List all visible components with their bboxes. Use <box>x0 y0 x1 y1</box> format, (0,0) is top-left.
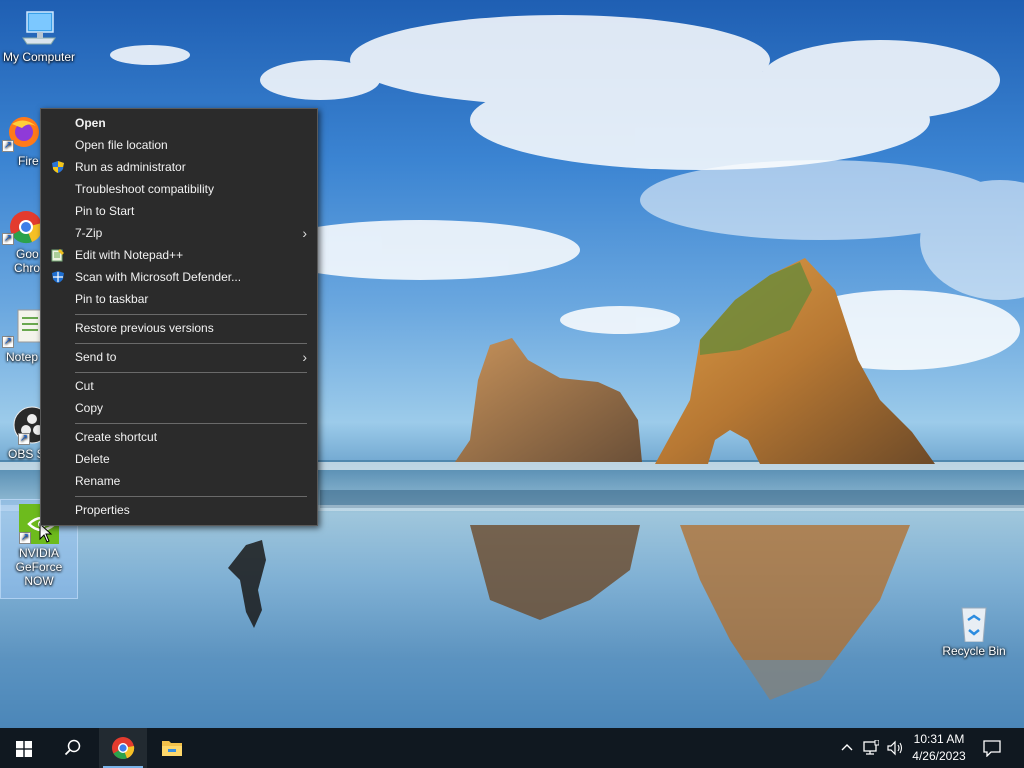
computer-icon <box>19 8 59 48</box>
menu-item-cut[interactable]: Cut <box>41 375 317 397</box>
action-center-icon <box>983 740 1001 757</box>
taskbar-file-explorer-button[interactable] <box>148 728 196 768</box>
uac-shield-icon <box>52 161 64 173</box>
shortcut-arrow-icon: ↗ <box>18 433 30 445</box>
taskbar-clock[interactable]: 10:31 AM 4/26/2023 <box>908 731 970 765</box>
clock-time: 10:31 AM <box>913 732 965 746</box>
menu-item-label: Properties <box>75 503 130 517</box>
recycle-bin-icon <box>954 602 994 643</box>
file-explorer-icon <box>162 741 182 756</box>
menu-item-properties[interactable]: Properties <box>41 499 317 521</box>
menu-item-open-file-location[interactable]: Open file location <box>41 134 317 156</box>
taskbar-chrome-button[interactable] <box>99 728 147 768</box>
menu-item-label: Edit with Notepad++ <box>75 248 184 262</box>
notepad-icon: ↗ <box>2 308 43 348</box>
notepad-plus-plus-icon <box>51 249 64 262</box>
menu-separator <box>75 496 307 497</box>
search-icon <box>64 739 81 756</box>
windows-start-icon <box>16 741 32 757</box>
menu-item-label: Scan with Microsoft Defender... <box>75 270 242 284</box>
network-icon <box>863 740 879 755</box>
menu-item-copy[interactable]: Copy <box>41 397 317 419</box>
chevron-up-icon <box>841 744 853 751</box>
menu-item-label: Restore previous versions <box>75 321 214 335</box>
menu-item-rename[interactable]: Rename <box>41 470 317 492</box>
clock-date: 4/26/2023 <box>912 749 966 763</box>
desktop-icon-label: NVIDIA GeForce NOW <box>15 546 63 588</box>
desktop-icon-label: Recycle Bin <box>942 644 1006 658</box>
menu-item-pin-to-taskbar[interactable]: Pin to taskbar <box>41 288 317 310</box>
menu-separator <box>75 314 307 315</box>
desktop-icon-label: My Computer <box>2 50 76 64</box>
desktop-icon-recycle-bin[interactable]: Recycle Bin <box>936 602 1012 658</box>
shortcut-arrow-icon: ↗ <box>19 532 31 544</box>
menu-item-scan-with-microsoft-defender[interactable]: Scan with Microsoft Defender... <box>41 266 317 288</box>
menu-item-label: 7-Zip <box>75 226 103 240</box>
shortcut-arrow-icon: ↗ <box>2 140 14 152</box>
menu-item-send-to[interactable]: Send to › <box>41 346 317 368</box>
menu-item-label: Copy <box>75 401 104 415</box>
menu-separator <box>75 423 307 424</box>
defender-icon <box>52 271 64 283</box>
menu-item-pin-to-start[interactable]: Pin to Start <box>41 200 317 222</box>
menu-item-label: Troubleshoot compatibility <box>75 182 214 196</box>
chevron-right-icon: › <box>302 349 307 365</box>
menu-item-label: Send to <box>75 350 117 364</box>
volume-icon <box>887 740 903 756</box>
menu-item-label: Cut <box>75 379 94 393</box>
menu-item-label: Delete <box>75 452 110 466</box>
firefox-icon: ↗ <box>2 112 42 152</box>
menu-item-label: Pin to Start <box>75 204 135 218</box>
context-menu: Open Open file location Run as administr… <box>40 108 318 526</box>
volume-tray-button[interactable] <box>884 728 906 768</box>
action-center-button[interactable] <box>976 728 1008 768</box>
network-tray-button[interactable] <box>860 728 882 768</box>
menu-item-edit-with-notepad-plus-plus[interactable]: Edit with Notepad++ <box>41 244 317 266</box>
taskbar: 10:31 AM 4/26/2023 <box>0 728 1024 768</box>
menu-separator <box>75 343 307 344</box>
chrome-icon <box>112 737 135 760</box>
menu-item-label: Run as administrator <box>75 160 186 174</box>
menu-item-create-shortcut[interactable]: Create shortcut <box>41 426 317 448</box>
shortcut-arrow-icon: ↗ <box>2 233 14 245</box>
menu-item-delete[interactable]: Delete <box>41 448 317 470</box>
desktop-icon-my-computer[interactable]: My Computer <box>1 8 77 64</box>
start-button[interactable] <box>0 728 48 768</box>
menu-item-7-zip[interactable]: 7-Zip › <box>41 222 317 244</box>
menu-item-troubleshoot-compatibility[interactable]: Troubleshoot compatibility <box>41 178 317 200</box>
menu-item-label: Create shortcut <box>75 430 158 444</box>
show-hidden-icons-button[interactable] <box>838 728 856 768</box>
menu-item-label: Open <box>75 116 106 130</box>
obs-icon: ↗ <box>2 405 51 445</box>
menu-separator <box>75 372 307 373</box>
search-button[interactable] <box>48 728 96 768</box>
chevron-right-icon: › <box>302 225 307 241</box>
menu-item-restore-previous-versions[interactable]: Restore previous versions <box>41 317 317 339</box>
shortcut-arrow-icon: ↗ <box>2 336 14 348</box>
menu-item-label: Rename <box>75 474 121 488</box>
chrome-icon: ↗ <box>2 205 43 245</box>
menu-item-label: Open file location <box>75 138 168 152</box>
mouse-cursor-icon <box>39 523 53 543</box>
menu-item-open[interactable]: Open <box>41 112 317 134</box>
menu-item-label: Pin to taskbar <box>75 292 149 306</box>
menu-item-run-as-administrator[interactable]: Run as administrator <box>41 156 317 178</box>
